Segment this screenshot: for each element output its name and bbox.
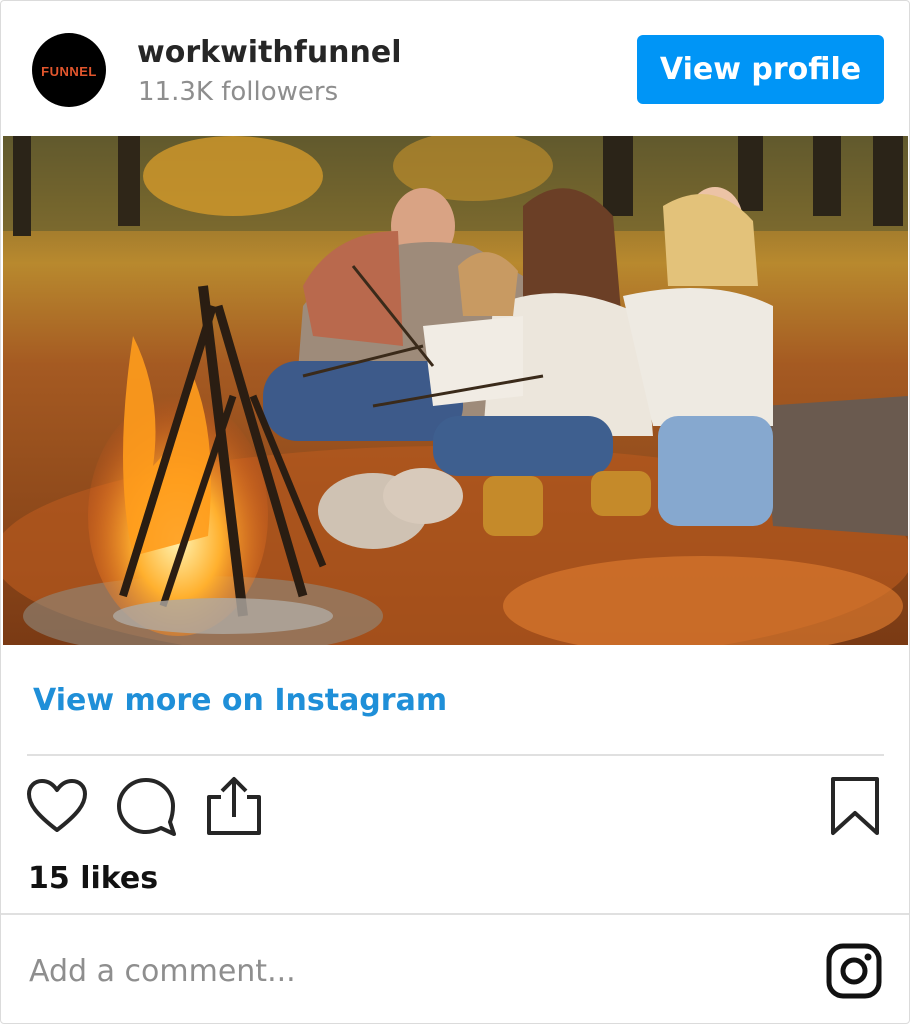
heart-icon[interactable]	[26, 778, 88, 834]
instagram-icon[interactable]	[826, 943, 882, 999]
like-count[interactable]: 15 likes	[28, 861, 158, 896]
username[interactable]: workwithfunnel	[137, 35, 402, 70]
share-icon[interactable]	[205, 775, 263, 837]
post-image-illustration	[3, 136, 908, 645]
bookmark-icon[interactable]	[829, 775, 881, 837]
view-more-link[interactable]: View more on Instagram	[33, 683, 447, 718]
post-header: FUNNEL workwithfunnel 11.3K followers Vi…	[1, 1, 909, 135]
post-image[interactable]	[3, 136, 908, 645]
instagram-embed-card: FUNNEL workwithfunnel 11.3K followers Vi…	[0, 0, 910, 1024]
divider	[27, 754, 884, 756]
view-profile-button[interactable]: View profile	[637, 35, 884, 104]
comment-icon[interactable]	[114, 776, 178, 838]
avatar[interactable]: FUNNEL	[32, 33, 106, 107]
avatar-logo-text: FUNNEL	[41, 63, 97, 79]
comment-input[interactable]: Add a comment...	[29, 954, 296, 989]
divider	[1, 913, 909, 915]
follower-count: 11.3K followers	[138, 77, 339, 107]
